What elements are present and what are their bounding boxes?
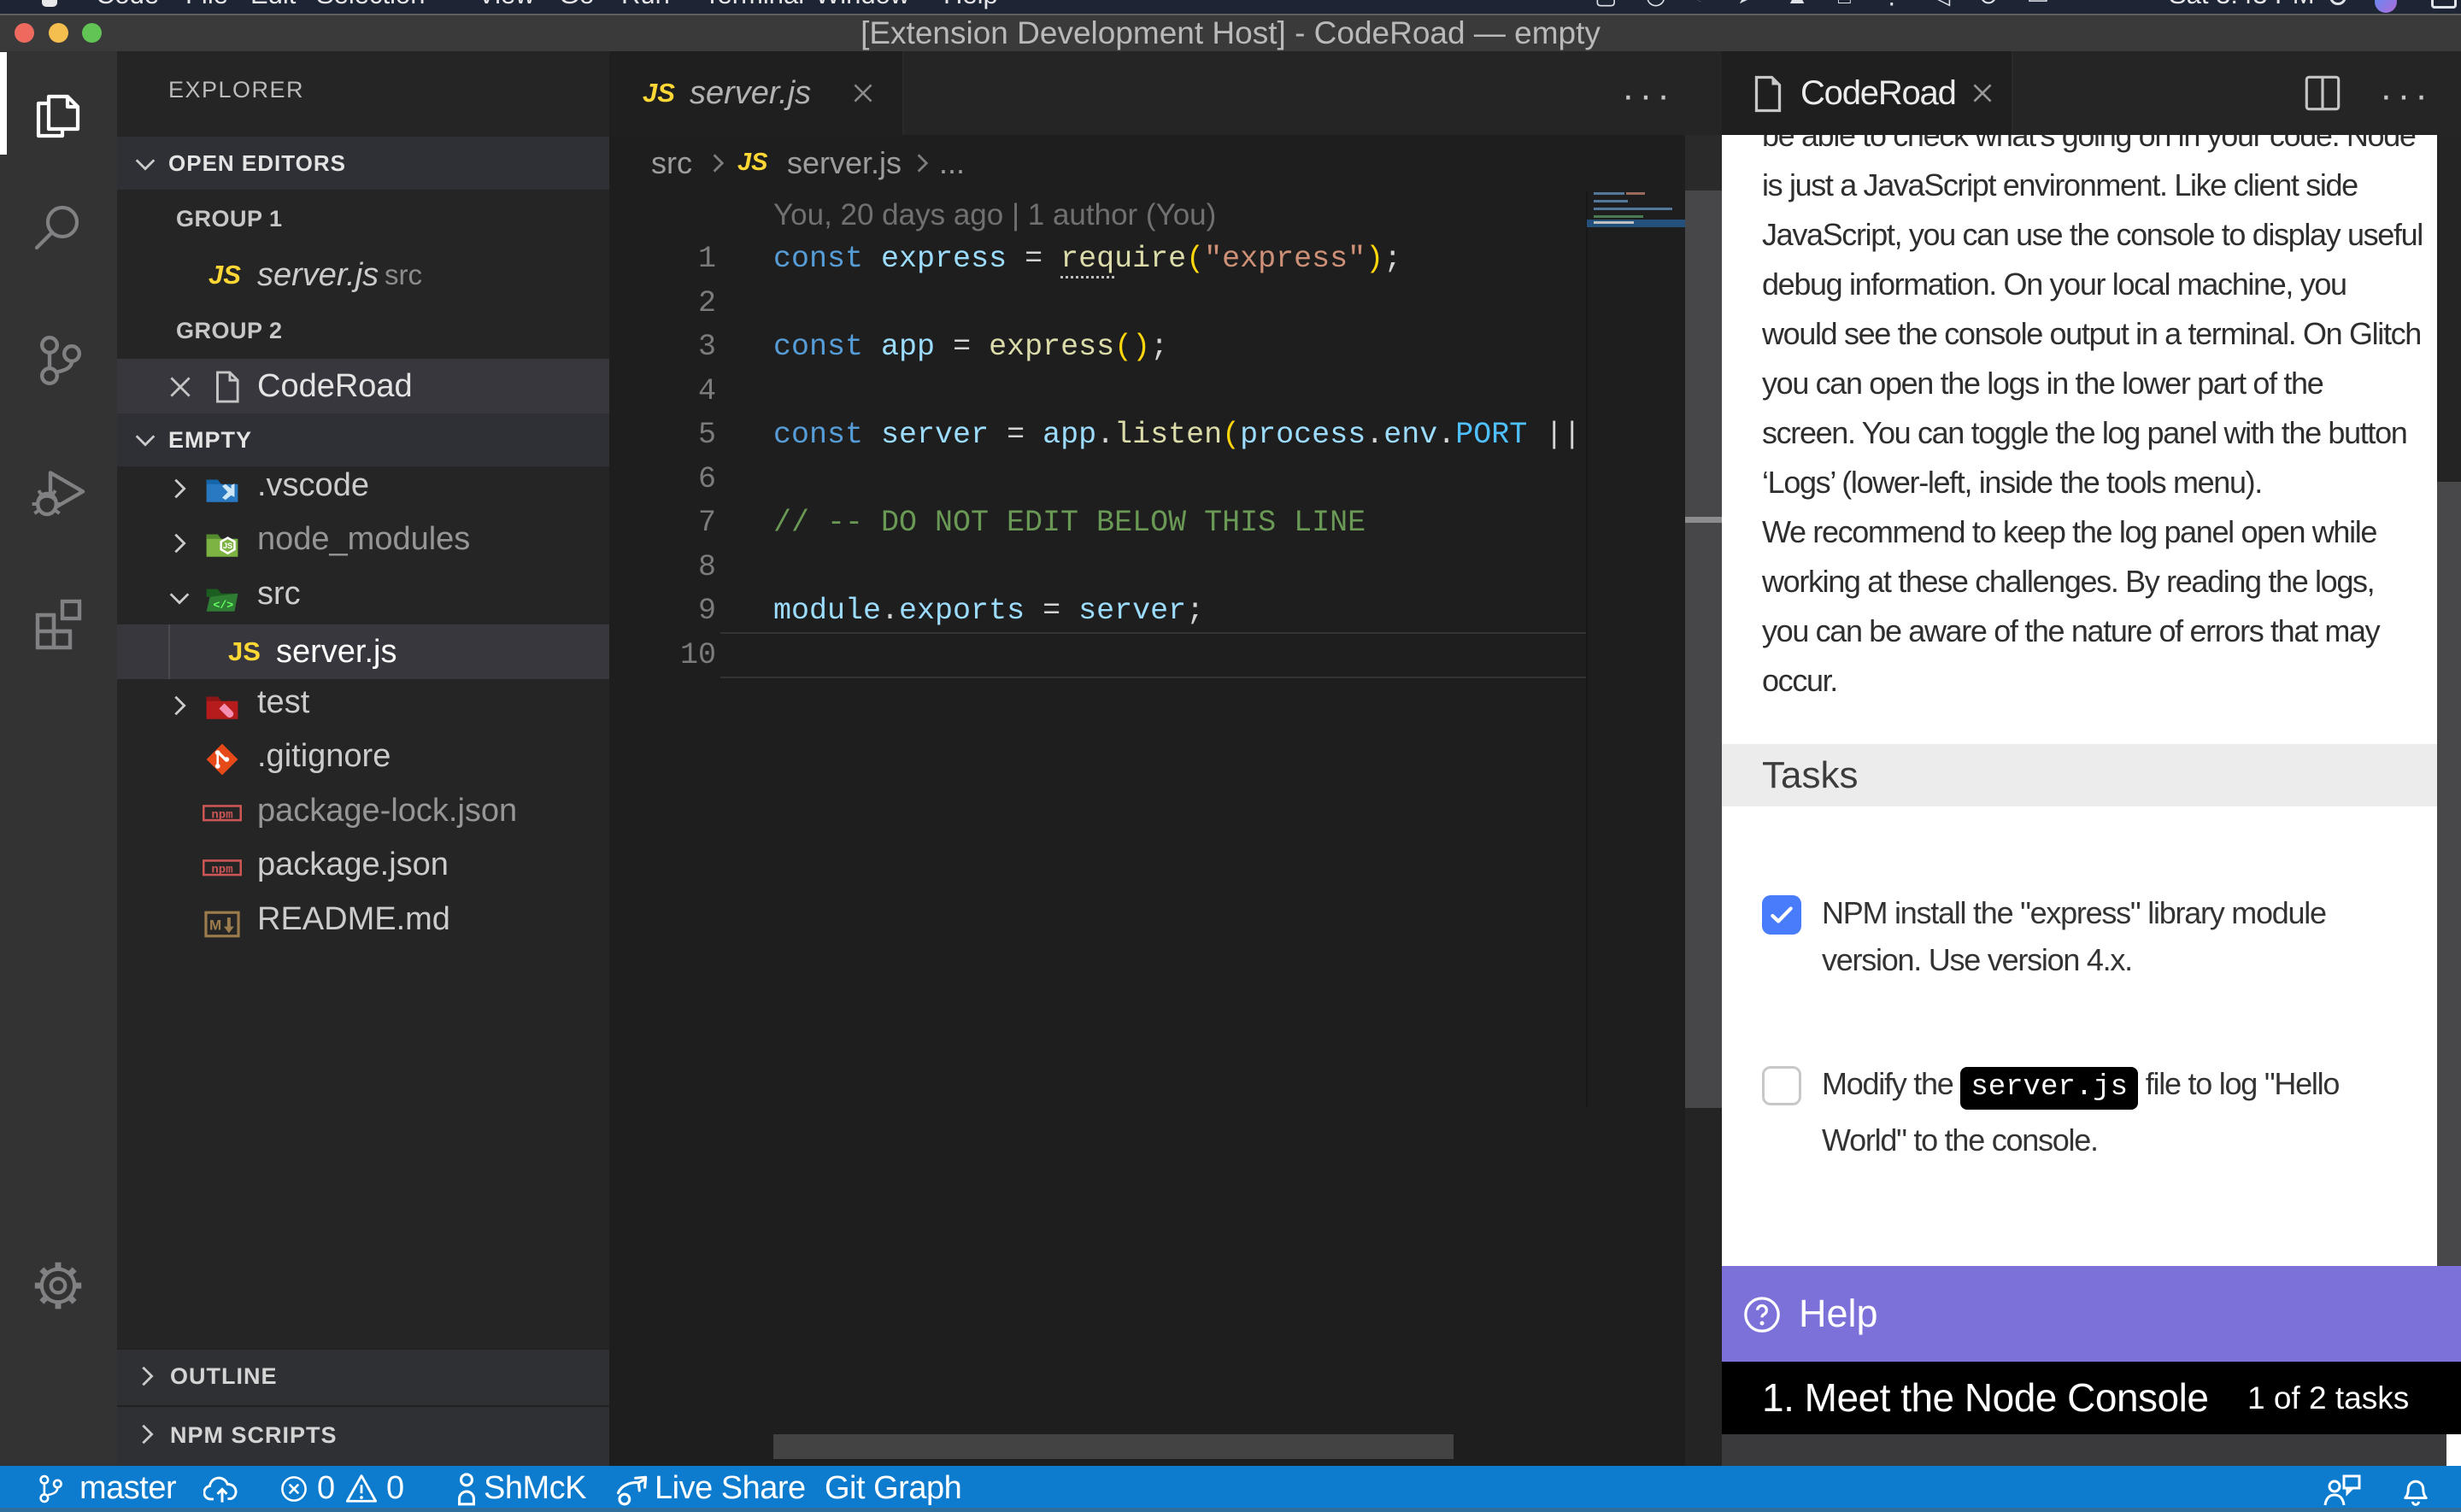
svg-text:npm: npm [211,864,232,877]
svg-text:npm: npm [211,809,232,823]
svg-text:M: M [209,917,221,934]
svg-text:JS: JS [223,542,232,550]
svg-text:</>: </> [214,599,234,612]
